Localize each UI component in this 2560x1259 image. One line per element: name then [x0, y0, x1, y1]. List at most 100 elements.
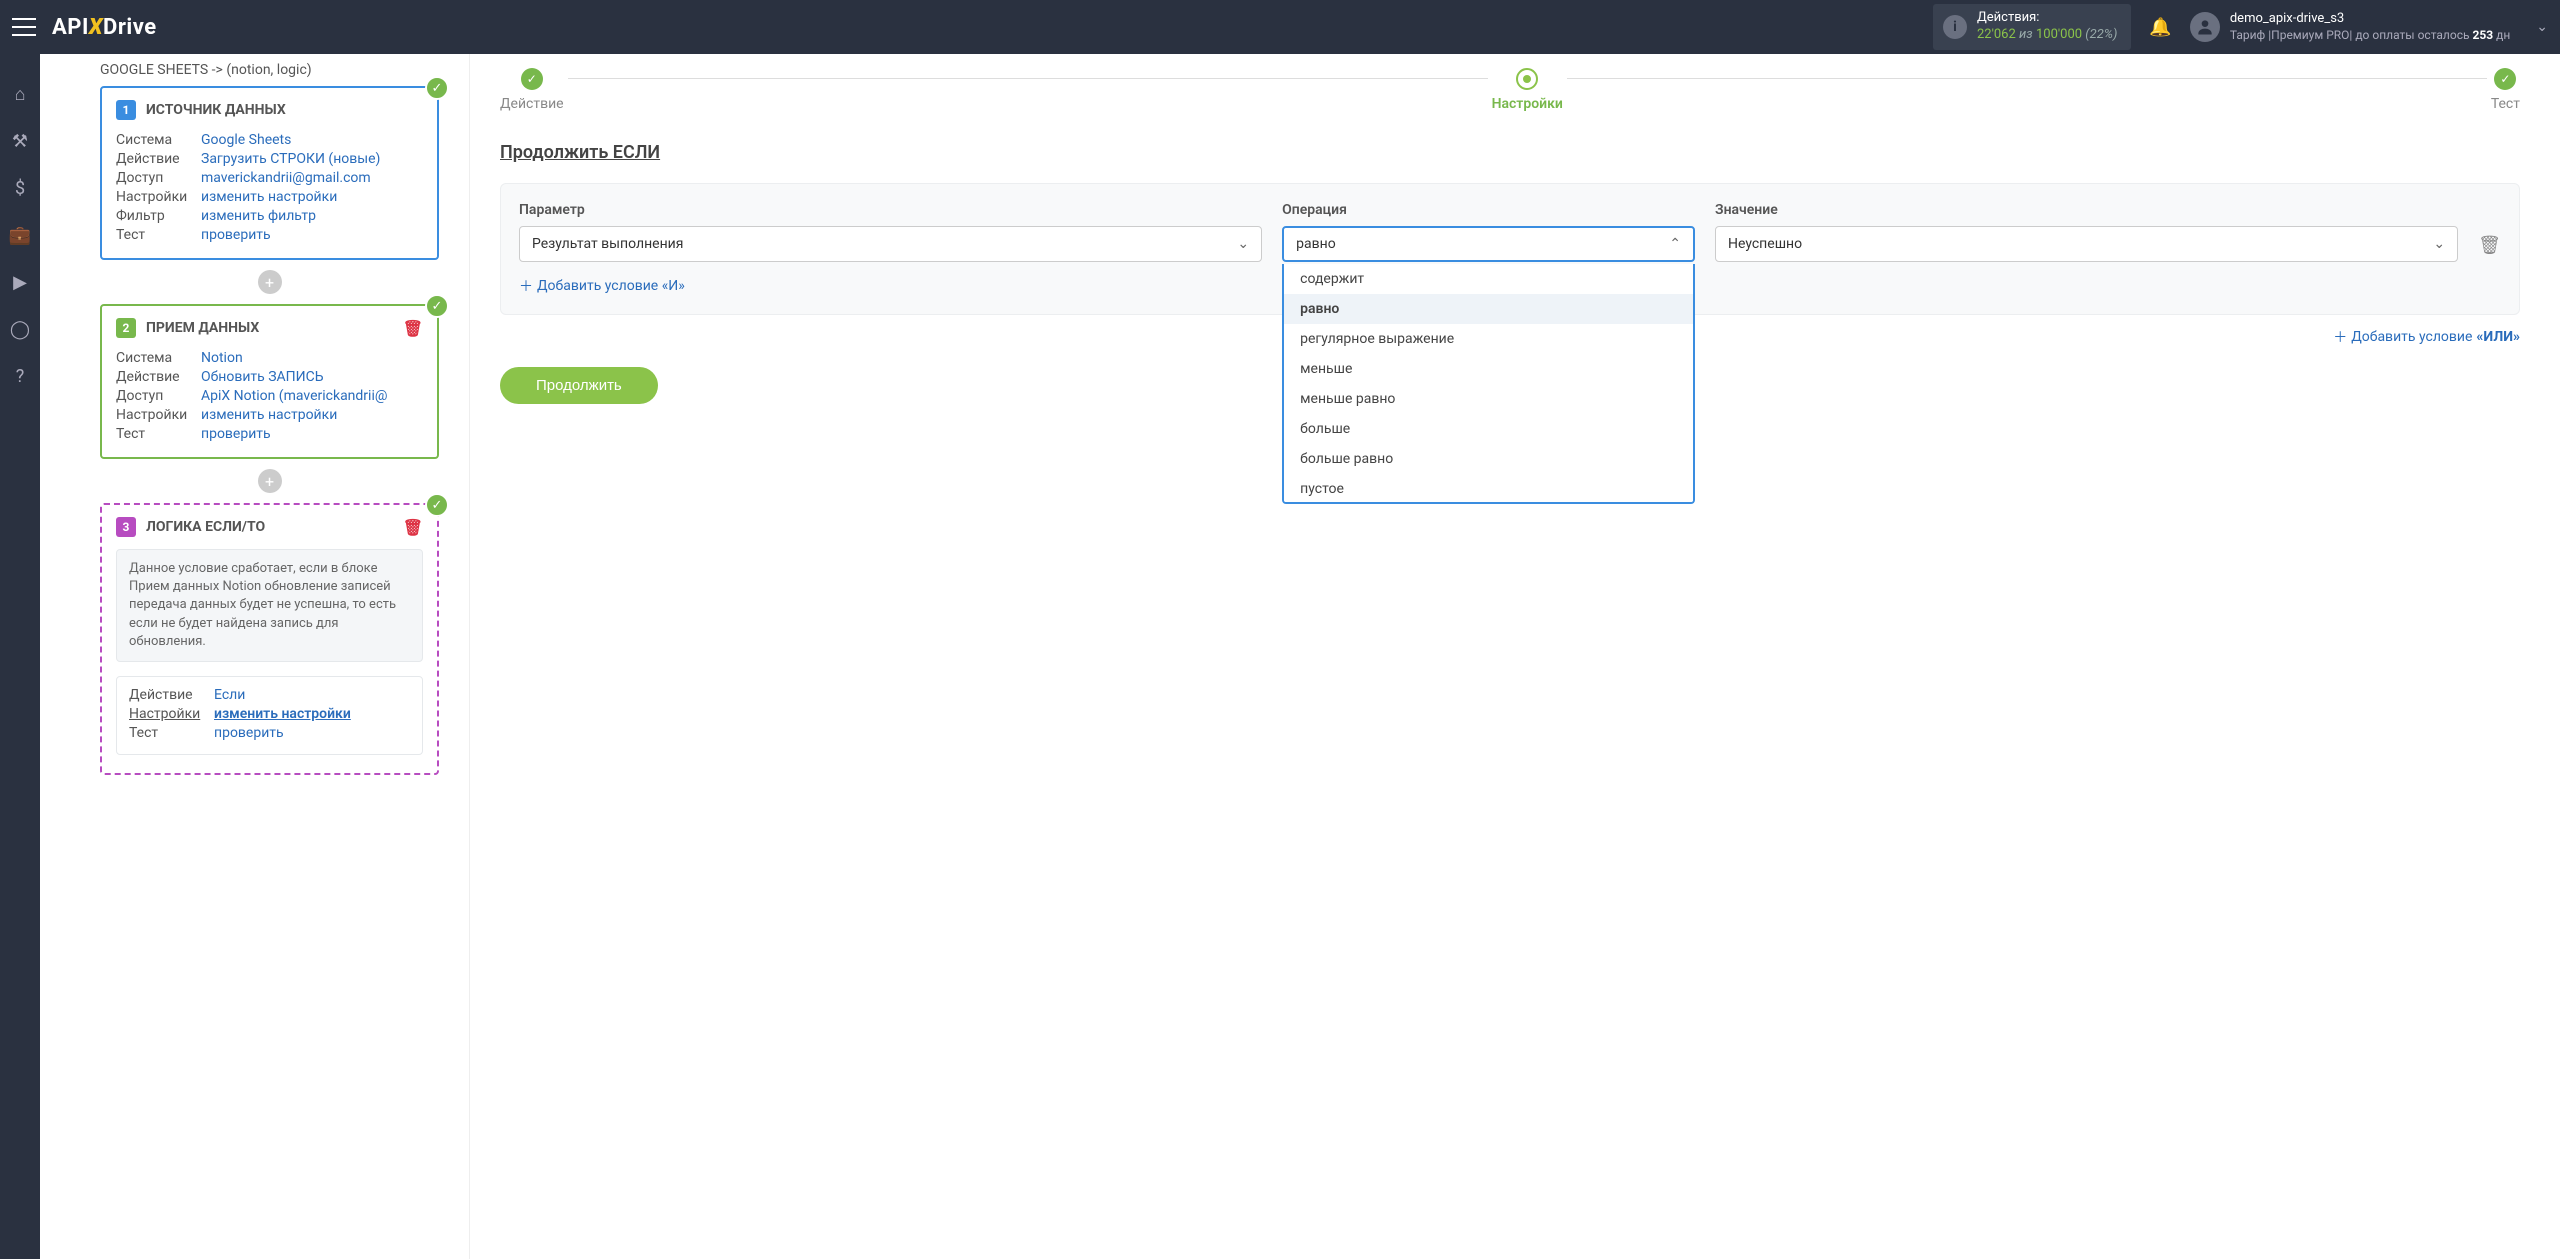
dropdown-option[interactable]: равно [1284, 294, 1693, 324]
row-label: Настройки [116, 407, 201, 423]
step2-label: Настройки [1492, 96, 1563, 112]
row-value[interactable]: проверить [201, 426, 271, 442]
logic-description: Данное условие сработает, если в блоке П… [116, 549, 423, 662]
step1-circle[interactable]: ✓ [521, 68, 543, 90]
dropdown-option[interactable]: пустое [1284, 474, 1693, 504]
row-label: Доступ [116, 170, 201, 186]
param-value: Результат выполнения [532, 236, 683, 252]
home-icon[interactable]: ⌂ [15, 84, 26, 105]
val-label: Значение [1715, 202, 2458, 218]
usage-total: 100'000 [2036, 27, 2082, 42]
menu-toggle-icon[interactable] [12, 18, 36, 36]
plus-icon: ＋ [2333, 327, 2347, 347]
usage-pct: (22%) [2085, 27, 2117, 42]
step1-label: Действие [500, 96, 564, 112]
bell-icon[interactable]: 🔔 [2149, 17, 2171, 38]
row-value[interactable]: изменить настройки [201, 189, 337, 205]
usage-used: 22'062 [1977, 27, 2016, 42]
check-icon: ✓ [425, 294, 449, 318]
row-label: Действие [116, 151, 201, 167]
plus-icon: ＋ [519, 276, 533, 296]
trash-icon[interactable]: 🗑 [2478, 235, 2501, 256]
op-select[interactable]: равно ⌃ [1282, 226, 1695, 262]
row-label: Тест [116, 426, 201, 442]
logic-title: ЛОГИКА ЕСЛИ/ТО [146, 519, 265, 535]
stepper: ✓ Действие Настройки ✓ Тест [500, 68, 2520, 112]
step2-circle[interactable] [1516, 68, 1538, 90]
section-title: Продолжить ЕСЛИ [500, 142, 2520, 163]
row-label: Тест [116, 227, 201, 243]
chevron-down-icon: ⌄ [2433, 236, 2445, 252]
usage-sep: из [2019, 27, 2033, 42]
logo-api: API [52, 15, 89, 40]
add-step-button[interactable]: + [258, 270, 282, 294]
step-number-3: 3 [116, 517, 136, 537]
continue-button[interactable]: Продолжить [500, 367, 658, 404]
usage-label: Действия: [1977, 10, 2117, 27]
trash-icon[interactable]: 🗑 [403, 518, 423, 537]
row-value[interactable]: Загрузить СТРОКИ (новые) [201, 151, 380, 167]
dropdown-option[interactable]: меньше равно [1284, 384, 1693, 414]
chevron-up-icon: ⌃ [1669, 236, 1681, 252]
usage-box[interactable]: i Действия: 22'062 из 100'000 (22%) [1933, 4, 2131, 50]
row-value[interactable]: изменить настройки [201, 407, 337, 423]
op-dropdown: содержитравнорегулярное выражениеменьшем… [1282, 264, 1695, 504]
row-value[interactable]: Обновить ЗАПИСЬ [201, 369, 324, 385]
row-value[interactable]: проверить [201, 227, 271, 243]
tariff-prefix: Тариф |Премиум PRO| до оплаты осталось [2230, 28, 2473, 42]
video-icon[interactable]: ▶ [13, 272, 27, 293]
row-value[interactable]: maverickandrii@gmail.com [201, 170, 371, 186]
trash-icon[interactable]: 🗑 [403, 319, 423, 338]
dropdown-option[interactable]: больше равно [1284, 444, 1693, 474]
user-icon[interactable]: ◯ [10, 319, 30, 340]
briefcase-icon[interactable]: 💼 [9, 225, 31, 246]
add-or-prefix: Добавить условие [2351, 329, 2472, 345]
user-text: demo_apix-drive_s3 Тариф |Премиум PRO| д… [2230, 11, 2510, 43]
chevron-down-icon: ⌄ [2536, 19, 2548, 35]
left-nav: ⌂ ⚒ $ 💼 ▶ ◯ ? [0, 54, 40, 1259]
step3-circle[interactable]: ✓ [2494, 68, 2516, 90]
add-or-bold: «ИЛИ» [2476, 329, 2520, 345]
row-value[interactable]: проверить [214, 725, 284, 741]
info-icon: i [1943, 15, 1967, 39]
app-header: APIXDrive i Действия: 22'062 из 100'000 … [0, 0, 2560, 54]
dropdown-option[interactable]: меньше [1284, 354, 1693, 384]
row-value[interactable]: Если [214, 687, 245, 703]
connections-icon[interactable]: ⚒ [12, 131, 28, 152]
add-step-button[interactable]: + [258, 469, 282, 493]
row-label: Тест [129, 725, 214, 741]
row-label: Система [116, 350, 201, 366]
dollar-icon[interactable]: $ [15, 178, 25, 199]
row-value[interactable]: изменить фильтр [201, 208, 316, 224]
logo-x: X [89, 15, 103, 40]
check-icon: ✓ [425, 493, 449, 517]
dropdown-option[interactable]: содержит [1284, 264, 1693, 294]
step3-label: Тест [2491, 96, 2520, 112]
logic-block[interactable]: ✓ 3 ЛОГИКА ЕСЛИ/ТО 🗑 Данное условие сраб… [100, 503, 439, 775]
add-and-button[interactable]: ＋ Добавить условие «И» [519, 276, 685, 296]
row-value[interactable]: Google Sheets [201, 132, 291, 148]
tariff-suffix: дн [2493, 28, 2510, 42]
row-label: Система [116, 132, 201, 148]
dest-block[interactable]: ✓ 2 ПРИЕМ ДАННЫХ 🗑 СистемаNotion Действи… [100, 304, 439, 459]
app-logo[interactable]: APIXDrive [52, 15, 157, 40]
row-value[interactable]: ApiX Notion (maverickandrii@ [201, 388, 387, 404]
source-title: ИСТОЧНИК ДАННЫХ [146, 102, 286, 118]
tariff-days: 253 [2472, 28, 2493, 42]
row-label: Действие [116, 369, 201, 385]
param-select[interactable]: Результат выполнения ⌄ [519, 226, 1262, 262]
dropdown-option[interactable]: больше [1284, 414, 1693, 444]
row-value[interactable]: Notion [201, 350, 243, 366]
help-icon[interactable]: ? [16, 366, 25, 387]
param-label: Параметр [519, 202, 1262, 218]
val-select[interactable]: Неуспешно ⌄ [1715, 226, 2458, 262]
row-label: Настройки [116, 189, 201, 205]
condition-box: Параметр Результат выполнения ⌄ Операция… [500, 183, 2520, 315]
row-label: Доступ [116, 388, 201, 404]
source-block[interactable]: ✓ 1 ИСТОЧНИК ДАННЫХ СистемаGoogle Sheets… [100, 86, 439, 260]
dropdown-option[interactable]: регулярное выражение [1284, 324, 1693, 354]
row-value[interactable]: изменить настройки [214, 706, 351, 722]
chevron-down-icon: ⌄ [1237, 236, 1249, 252]
user-menu[interactable]: demo_apix-drive_s3 Тариф |Премиум PRO| д… [2190, 11, 2548, 43]
step-number-1: 1 [116, 100, 136, 120]
